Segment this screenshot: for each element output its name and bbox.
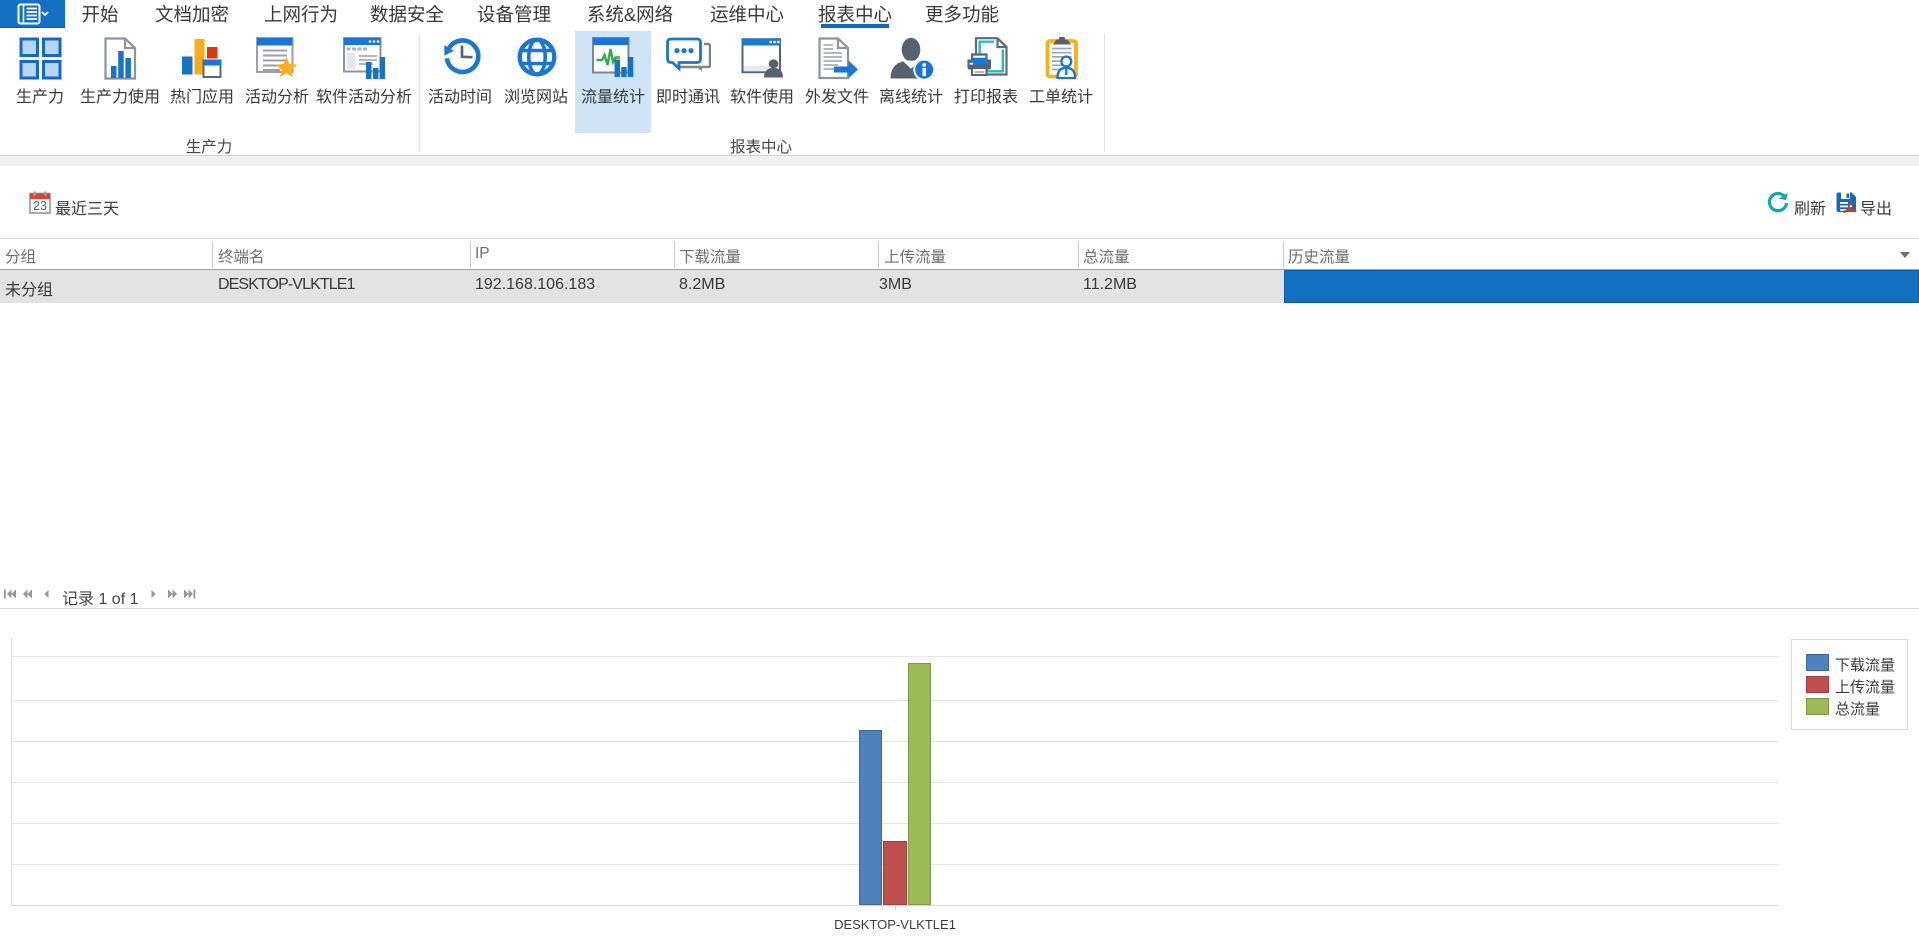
- svg-text:23: 23: [33, 199, 47, 213]
